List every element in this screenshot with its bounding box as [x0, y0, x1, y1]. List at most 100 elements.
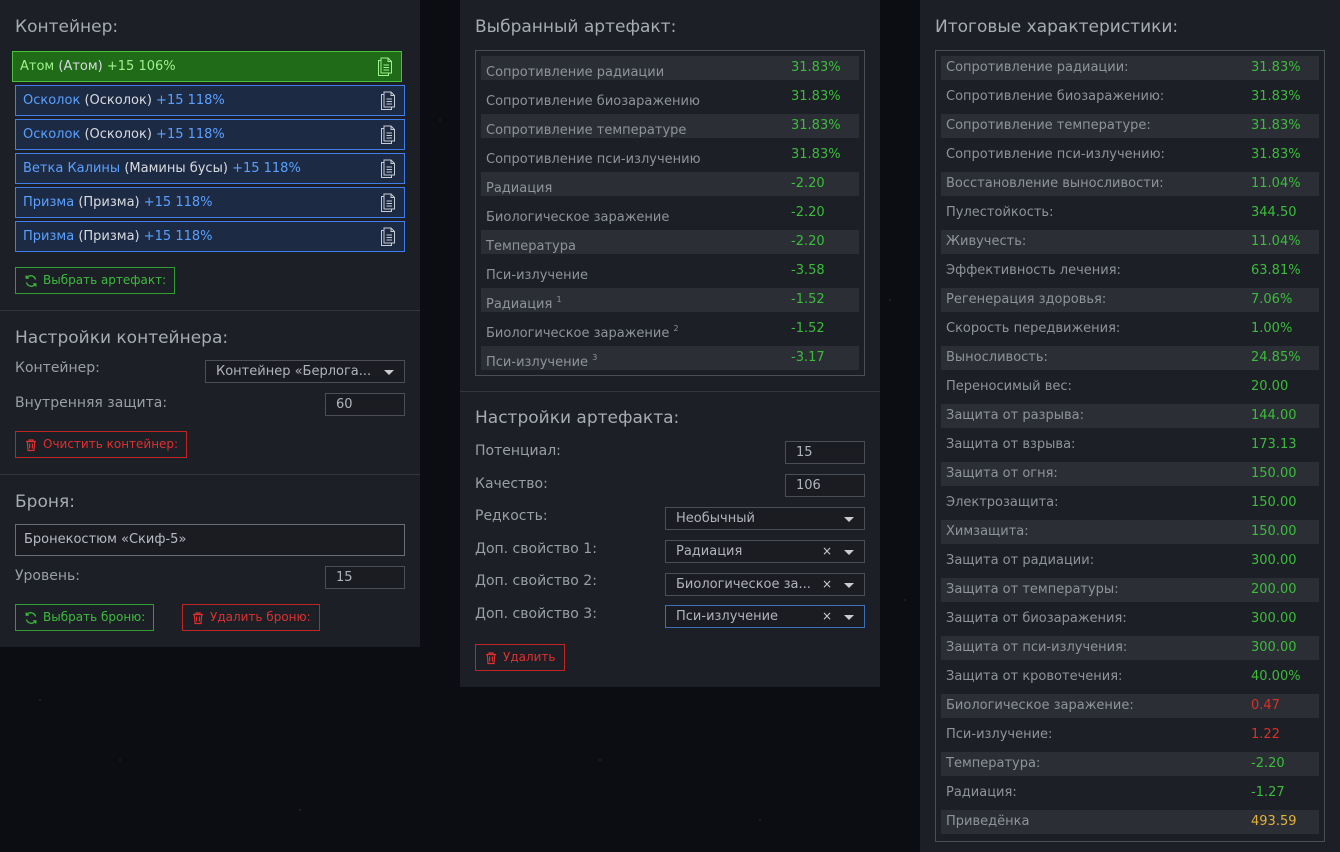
total-value: 0.47	[1251, 698, 1280, 713]
total-value: 300.00	[1251, 640, 1297, 655]
clear-icon[interactable]: ×	[822, 574, 832, 595]
trash-icon	[193, 611, 203, 624]
stat-row: Биологическое заражение 2 -1.52	[481, 317, 859, 341]
artifact-slot[interactable]: Ветка Калины (Мамины бусы) +15 118%	[15, 153, 405, 184]
total-row: Электрозащита: 150.00	[941, 491, 1319, 515]
clear-container-button[interactable]: Очистить контейнер:	[15, 431, 188, 458]
prop2-select[interactable]: Биологическое за... ×	[665, 573, 865, 596]
chevron-down-icon	[844, 583, 854, 588]
artifact-slot[interactable]: Осколок (Осколок) +15 118%	[15, 119, 405, 150]
total-value: 11.04%	[1251, 176, 1301, 191]
container-settings-title: Настройки контейнера:	[15, 328, 229, 348]
protection-label: Внутренняя защита:	[15, 395, 168, 411]
chevron-down-icon	[384, 370, 394, 375]
total-label: Защита от радиации:	[946, 553, 1095, 568]
stat-value: -1.52	[791, 292, 825, 307]
clear-container-label: Очистить контейнер:	[43, 437, 179, 451]
delete-artifact-button[interactable]: Удалить	[475, 644, 565, 671]
rarity-label: Редкость:	[475, 508, 548, 524]
copy-icon[interactable]	[380, 91, 396, 111]
total-label: Эффективность лечения:	[946, 263, 1121, 278]
divider	[0, 474, 420, 475]
total-value: 20.00	[1251, 379, 1289, 394]
choose-artifact-label: Выбрать артефакт:	[43, 273, 167, 287]
stat-row: Радиация -2.20	[481, 172, 859, 196]
total-label: Защита от кровотечения:	[946, 669, 1123, 684]
total-row: Пси-излучение: 1.22	[941, 723, 1319, 747]
total-value: 300.00	[1251, 553, 1297, 568]
total-label: Регенерация здоровья:	[946, 292, 1107, 307]
stat-row: Биологическое заражение -2.20	[481, 201, 859, 225]
total-value: 31.83%	[1251, 147, 1301, 162]
total-value: 24.85%	[1251, 350, 1301, 365]
stat-row: Сопротивление температуре 31.83%	[481, 114, 859, 138]
total-label: Сопротивление радиации:	[946, 60, 1129, 75]
clear-icon[interactable]: ×	[822, 606, 832, 627]
stat-value: 31.83%	[791, 60, 841, 75]
copy-icon[interactable]	[380, 125, 396, 145]
delete-artifact-label: Удалить	[503, 650, 556, 664]
total-row: Химзащита: 150.00	[941, 520, 1319, 544]
total-value: 31.83%	[1251, 118, 1301, 133]
copy-icon[interactable]	[380, 193, 396, 213]
total-label: Переносимый вес:	[946, 379, 1072, 394]
copy-icon[interactable]	[380, 159, 396, 179]
stat-value: -2.20	[791, 205, 825, 220]
total-value: 200.00	[1251, 582, 1297, 597]
total-value: 150.00	[1251, 524, 1297, 539]
total-value: 40.00%	[1251, 669, 1301, 684]
armor-input[interactable]: Бронекостюм «Скиф-5»	[15, 524, 405, 556]
stat-label: Биологическое заражение 2	[486, 324, 679, 341]
slot-level: +15 118%	[156, 93, 225, 108]
artifact-slot[interactable]: Атом (Атом) +15 106%	[12, 51, 402, 82]
total-value: 1.00%	[1251, 321, 1293, 336]
potential-input[interactable]: 15	[785, 441, 865, 464]
prop1-value: Радиация	[676, 544, 743, 559]
protection-input[interactable]: 60	[325, 393, 405, 416]
total-row: Сопротивление радиации: 31.83%	[941, 56, 1319, 80]
prop3-select[interactable]: Пси-излучение ×	[665, 605, 865, 628]
slot-type: (Призма)	[78, 195, 140, 210]
total-label: Биологическое заражение:	[946, 698, 1134, 713]
quality-input[interactable]: 106	[785, 474, 865, 497]
total-row: Защита от температуры: 200.00	[941, 578, 1319, 602]
divider	[460, 391, 880, 392]
stat-row: Сопротивление радиации 31.83%	[481, 56, 859, 80]
copy-icon[interactable]	[377, 57, 393, 77]
total-value: 300.00	[1251, 611, 1297, 626]
stat-label: Биологическое заражение	[486, 210, 670, 225]
trash-icon	[486, 651, 496, 664]
slot-name: Осколок	[23, 127, 81, 142]
total-row: Биологическое заражение: 0.47	[941, 694, 1319, 718]
total-row: Радиация: -1.27	[941, 781, 1319, 805]
copy-icon[interactable]	[380, 227, 396, 247]
total-label: Живучесть:	[946, 234, 1027, 249]
total-label: Защита от температуры:	[946, 582, 1119, 597]
total-label: Сопротивление пси-излучению:	[946, 147, 1165, 162]
artifact-slot[interactable]: Призма (Призма) +15 118%	[15, 221, 405, 252]
artifact-slot[interactable]: Призма (Призма) +15 118%	[15, 187, 405, 218]
container-select[interactable]: Контейнер «Берлога...	[205, 360, 405, 383]
container-label: Контейнер:	[15, 360, 100, 376]
clear-icon[interactable]: ×	[822, 541, 832, 562]
totals-panel: Итоговые характеристики: Сопротивление р…	[920, 0, 1340, 852]
total-row: Температура: -2.20	[941, 752, 1319, 776]
artifact-slot[interactable]: Осколок (Осколок) +15 118%	[15, 85, 405, 116]
stat-row: Радиация 1 -1.52	[481, 288, 859, 312]
armor-level-input[interactable]: 15	[325, 566, 405, 589]
total-row: Защита от радиации: 300.00	[941, 549, 1319, 573]
choose-artifact-button[interactable]: Выбрать артефакт:	[15, 267, 176, 294]
choose-armor-button[interactable]: Выбрать броню:	[15, 604, 155, 631]
total-row: Регенерация здоровья: 7.06%	[941, 288, 1319, 312]
rarity-select[interactable]: Необычный	[665, 507, 865, 530]
slot-level: +15 118%	[143, 229, 213, 244]
slot-type: (Мамины бусы)	[124, 161, 228, 176]
delete-armor-button[interactable]: Удалить броню:	[182, 604, 320, 631]
slot-level: +15 118%	[232, 161, 301, 176]
stat-row: Пси-излучение 3 -3.17	[481, 346, 859, 370]
total-row: Защита от биозаражения: 300.00	[941, 607, 1319, 631]
prop1-select[interactable]: Радиация ×	[665, 540, 865, 563]
total-label: Защита от разрыва:	[946, 408, 1084, 423]
stat-label: Радиация	[486, 181, 553, 196]
slot-name: Ветка Калины	[23, 161, 121, 176]
